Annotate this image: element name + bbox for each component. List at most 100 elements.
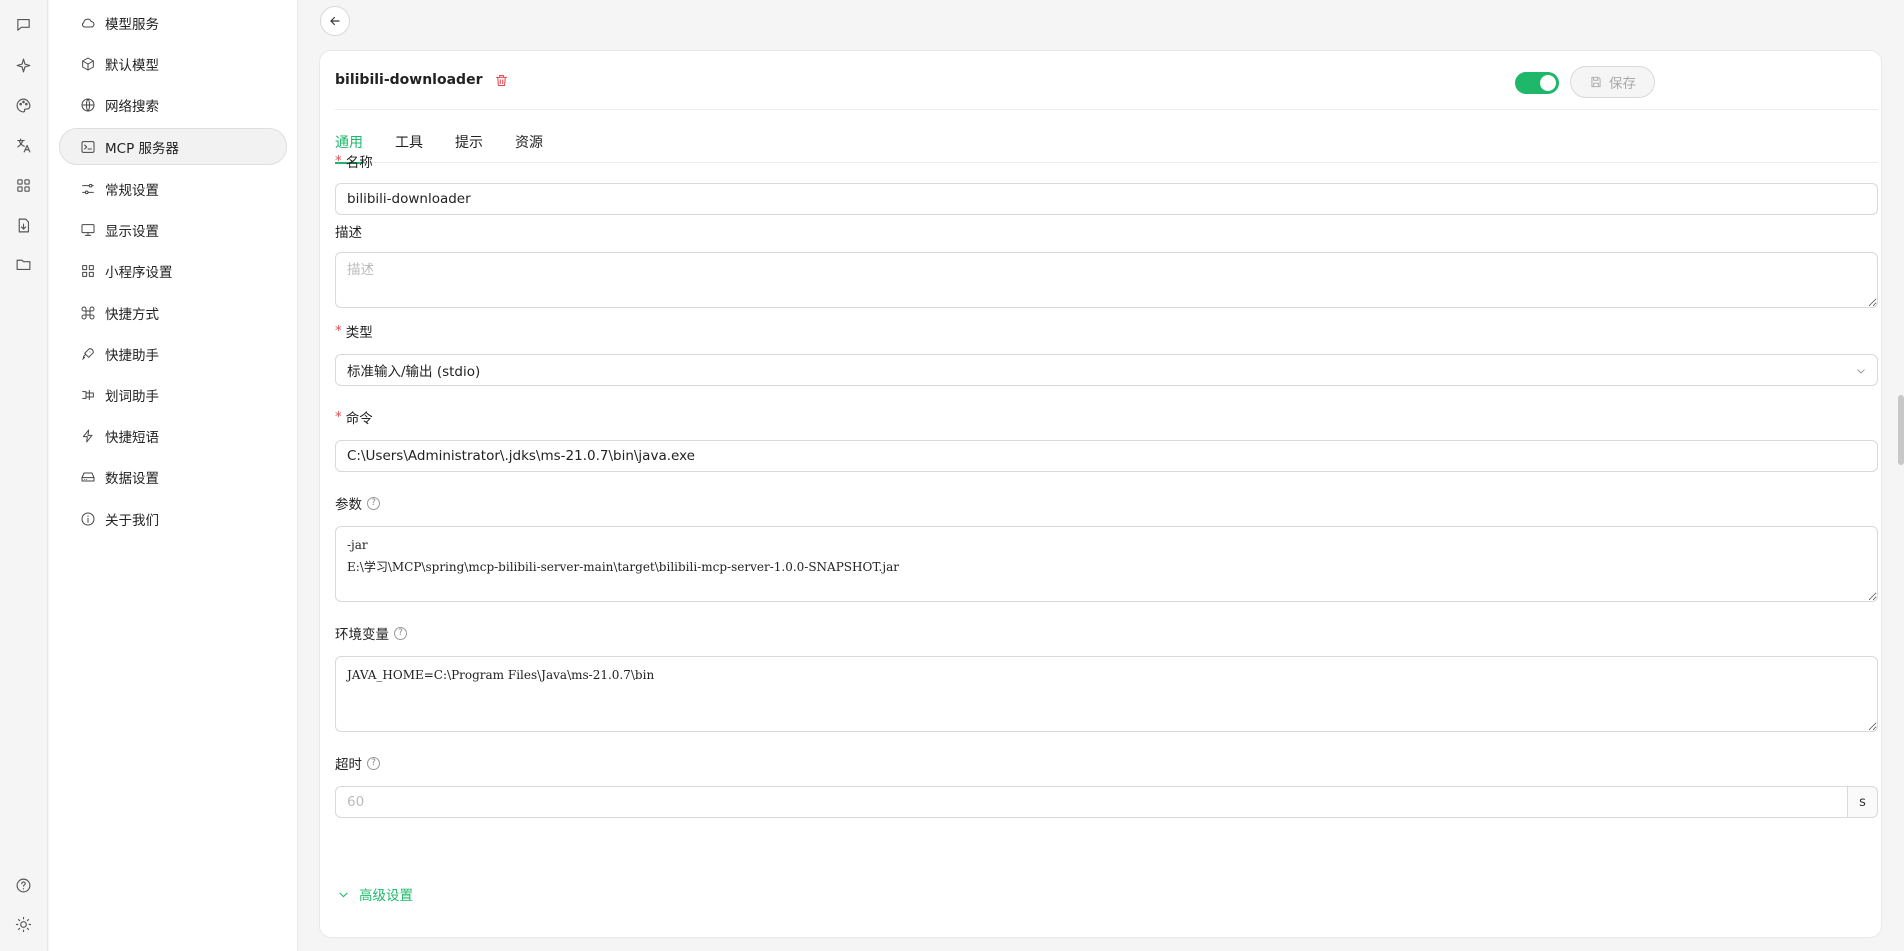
save-label: 保存	[1609, 76, 1636, 92]
sidebar-item-default-model[interactable]: 默认模型	[59, 45, 287, 82]
sidebar-item-web-search[interactable]: 网络搜索	[59, 86, 287, 123]
timeout-label: 超时	[335, 757, 362, 773]
sidebar-item-label: 默认模型	[105, 57, 159, 74]
command-input[interactable]	[335, 440, 1878, 472]
sidebar-item-about[interactable]: 关于我们	[59, 500, 287, 537]
tab-resources[interactable]: 资源	[515, 123, 543, 163]
chevron-down-icon	[339, 891, 348, 897]
sidebar-item-model-service[interactable]: 模型服务	[59, 4, 287, 41]
tab-tools[interactable]: 工具	[395, 123, 423, 163]
toggle-knob	[1540, 75, 1556, 91]
sidebar-item-miniapp-settings[interactable]: 小程序设置	[59, 252, 287, 289]
sidebar-item-label: 快捷方式	[105, 306, 159, 323]
palette-icon[interactable]	[12, 94, 34, 116]
advanced-settings-label: 高级设置	[359, 888, 413, 904]
sidebar-item-label: 网络搜索	[105, 98, 159, 115]
main-content: bilibili-downloader 保存 通用 工具 提示 资源 * 名称 …	[298, 0, 1904, 951]
sidebar-item-label: 模型服务	[105, 16, 159, 33]
tab-prompts[interactable]: 提示	[455, 123, 483, 163]
sidebar-item-quick-phrases[interactable]: 快捷短语	[59, 417, 287, 454]
env-input[interactable]	[335, 656, 1878, 732]
help-circle-icon[interactable]: ?	[367, 756, 380, 770]
terminal-icon	[81, 140, 95, 153]
translate-icon[interactable]	[12, 134, 34, 156]
save-button[interactable]: 保存	[1570, 66, 1655, 98]
scrollbar-thumb[interactable]	[1898, 395, 1904, 465]
description-input[interactable]	[335, 252, 1878, 308]
type-label: 类型	[345, 325, 373, 341]
advanced-settings-toggle[interactable]: 高级设置	[337, 884, 413, 904]
server-name-title: bilibili-downloader	[335, 72, 483, 88]
apps-icon[interactable]	[12, 174, 34, 196]
tab-bar: 通用 工具 提示 资源	[335, 123, 1878, 164]
type-select[interactable]: 标准输入/输出 (stdio)	[335, 354, 1878, 386]
sliders-icon	[82, 183, 94, 194]
help-circle-icon[interactable]: ?	[394, 626, 407, 640]
server-settings-card: bilibili-downloader 保存 通用 工具 提示 资源 * 名称 …	[319, 50, 1882, 938]
command-field-label: * 命令	[335, 407, 373, 427]
command-icon	[81, 306, 95, 319]
sparkle-icon[interactable]	[12, 54, 34, 76]
sidebar-item-selection-assistant[interactable]: 划词助手	[59, 376, 287, 413]
file-icon[interactable]	[12, 214, 34, 236]
description-label: 描述	[335, 225, 362, 241]
sidebar-item-display-settings[interactable]: 显示设置	[59, 211, 287, 248]
required-mark: *	[335, 153, 342, 169]
sidebar-item-label: 数据设置	[105, 470, 159, 487]
sidebar-item-label: 划词助手	[105, 388, 159, 405]
cube-icon	[82, 57, 94, 70]
name-label: 名称	[345, 155, 373, 171]
chat-icon[interactable]	[12, 13, 34, 35]
sidebar-item-label: 快捷短语	[105, 429, 159, 446]
globe-icon	[81, 98, 95, 111]
required-mark: *	[335, 409, 342, 425]
type-selected-value: 标准输入/输出 (stdio)	[347, 364, 481, 380]
description-field-label: 描述	[335, 221, 362, 241]
sidebar-item-quick-assistant[interactable]: 快捷助手	[59, 335, 287, 372]
help-circle-icon[interactable]: ?	[367, 496, 380, 510]
args-field-label: 参数 ?	[335, 493, 380, 513]
chevron-down-icon	[1857, 369, 1865, 374]
cloud-icon	[82, 18, 95, 27]
server-enabled-toggle[interactable]	[1515, 72, 1559, 94]
folder-icon[interactable]	[12, 253, 34, 275]
back-button[interactable]	[320, 6, 350, 36]
sidebar-item-label: MCP 服务器	[105, 140, 180, 157]
type-field-label: * 类型	[335, 321, 373, 341]
arrow-left-icon	[330, 16, 340, 26]
delete-server-button[interactable]	[494, 72, 510, 88]
hard-drive-icon	[81, 472, 95, 481]
name-field-label: * 名称	[335, 151, 373, 171]
args-input[interactable]	[335, 526, 1878, 602]
sidebar-item-data-settings[interactable]: 数据设置	[59, 458, 287, 495]
icon-rail	[0, 0, 48, 951]
args-label: 参数	[335, 497, 362, 513]
name-input[interactable]	[335, 183, 1878, 215]
monitor-icon	[81, 223, 95, 236]
sidebar-item-label: 关于我们	[105, 512, 159, 529]
settings-sidebar: 模型服务 默认模型 网络搜索 MCP 服务器 常规设置 显示设置 小程序设置 快…	[49, 0, 298, 951]
timeout-unit: s	[1848, 786, 1878, 818]
timeout-field: s	[335, 786, 1878, 818]
help-icon[interactable]	[12, 874, 34, 896]
command-label: 命令	[345, 411, 373, 427]
timeout-field-label: 超时 ?	[335, 753, 380, 773]
trash-icon	[496, 74, 508, 86]
theme-icon[interactable]	[12, 913, 34, 935]
sidebar-item-label: 小程序设置	[105, 264, 173, 281]
sidebar-item-label: 显示设置	[105, 223, 159, 240]
timeout-input[interactable]	[335, 786, 1848, 818]
required-mark: *	[335, 323, 342, 339]
sidebar-item-general-settings[interactable]: 常规设置	[59, 170, 287, 207]
env-label: 环境变量	[335, 627, 389, 643]
env-field-label: 环境变量 ?	[335, 623, 407, 643]
grid-icon	[82, 264, 94, 277]
zap-icon	[82, 429, 93, 442]
sidebar-item-shortcuts[interactable]: 快捷方式	[59, 294, 287, 331]
info-icon	[81, 512, 95, 525]
save-icon	[1591, 76, 1601, 88]
card-header: bilibili-downloader 保存	[335, 51, 1878, 110]
rocket-icon	[82, 347, 94, 360]
sidebar-item-label: 常规设置	[105, 182, 159, 199]
sidebar-item-mcp-servers[interactable]: MCP 服务器	[59, 128, 287, 165]
